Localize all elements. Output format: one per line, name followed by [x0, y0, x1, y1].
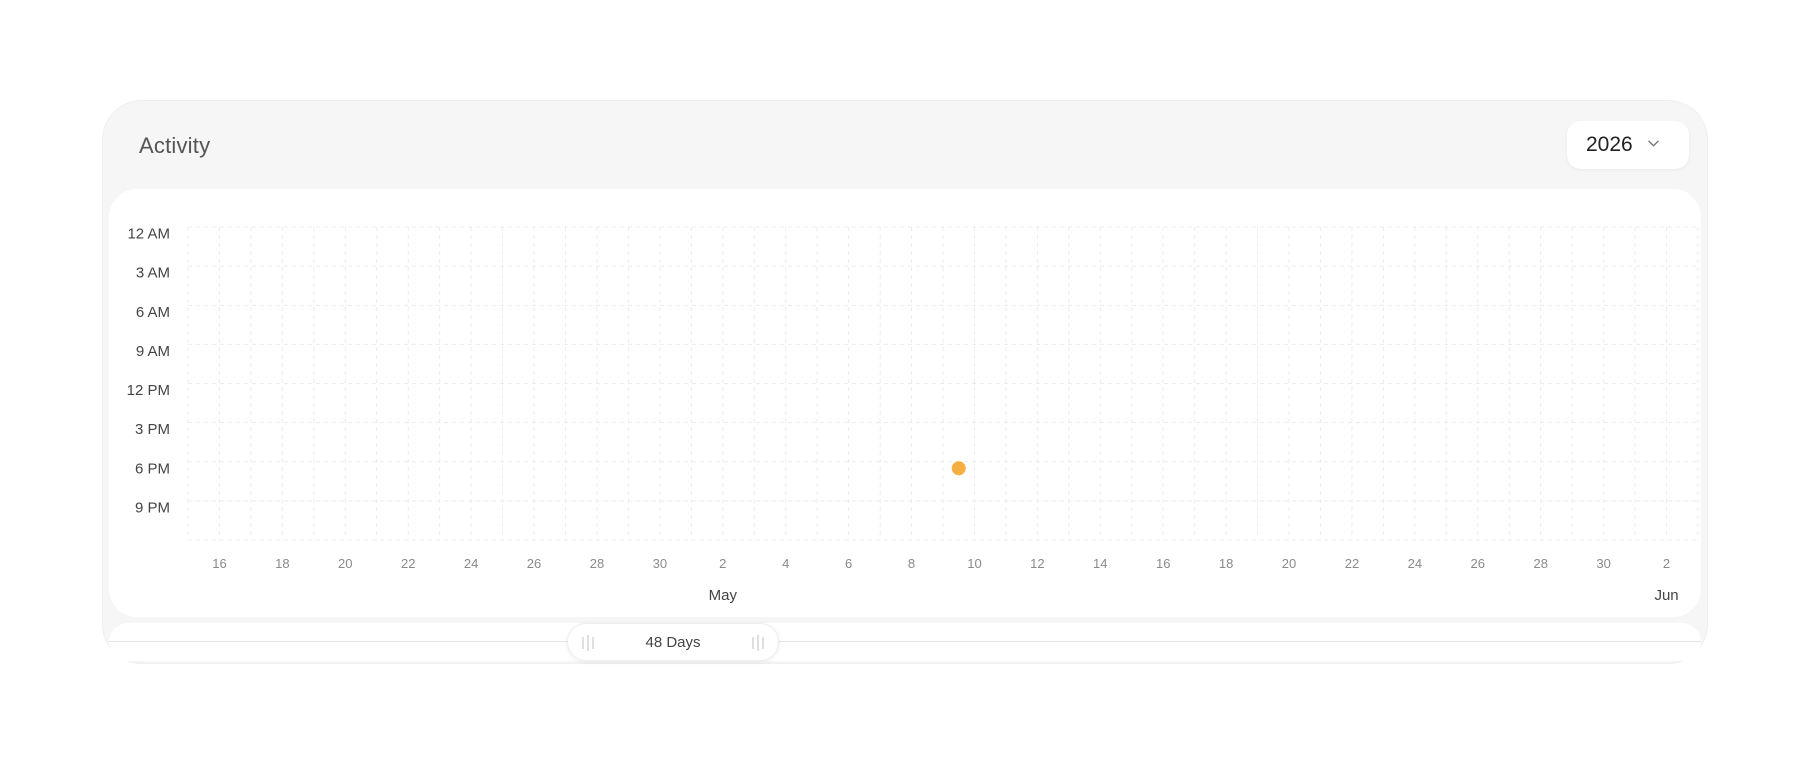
month-label: May [709, 587, 738, 604]
x-tick-label: 16 [212, 556, 226, 571]
year-select-value: 2026 [1586, 133, 1633, 156]
range-track [109, 641, 1701, 642]
x-tick-label: 8 [908, 556, 915, 571]
x-tick-label: 2 [719, 556, 726, 571]
activity-card: Activity 2026 12 AM 3 AM 6 AM 9 AM 12 PM 3 PM… [102, 100, 1708, 664]
x-tick-label: 6 [845, 556, 852, 571]
x-tick-label: 24 [1408, 556, 1422, 571]
x-tick-label: 18 [1219, 556, 1233, 571]
y-tick-label: 3 PM [135, 421, 170, 438]
y-tick-label: 9 AM [136, 343, 170, 360]
y-tick-label: 6 PM [135, 460, 170, 477]
range-window-handle[interactable]: 48 Days [567, 623, 779, 661]
x-tick-label: 10 [967, 556, 981, 571]
x-tick-label: 22 [401, 556, 415, 571]
y-tick-label: 6 AM [136, 304, 170, 321]
year-select[interactable]: 2026 [1567, 121, 1689, 169]
grip-icon[interactable] [750, 635, 766, 651]
activity-point [951, 461, 966, 476]
x-tick-label: 22 [1345, 556, 1359, 571]
range-slider[interactable]: 48 Days [109, 623, 1701, 661]
y-tick-label: 9 PM [135, 499, 170, 516]
range-duration-label: 48 Days [645, 634, 701, 651]
x-tick-label: 28 [590, 556, 604, 571]
month-label: Jun [1654, 587, 1678, 604]
y-tick-label: 12 AM [127, 226, 170, 243]
x-tick-label: 30 [1596, 556, 1610, 571]
activity-chart: 12 AM 3 AM 6 AM 9 AM 12 PM 3 PM 6 PM 9 PM 16 18 20… [127, 226, 1699, 604]
x-tick-label: 16 [1156, 556, 1170, 571]
chart-panel: 12 AM 3 AM 6 AM 9 AM 12 PM 3 PM 6 PM 9 PM 16 18 20… [109, 189, 1701, 617]
x-tick-label: 30 [653, 556, 667, 571]
x-tick-label: 26 [527, 556, 541, 571]
x-tick-label: 24 [464, 556, 478, 571]
chevron-down-icon [1648, 140, 1659, 147]
x-tick-label: 26 [1471, 556, 1485, 571]
y-tick-label: 3 AM [136, 265, 170, 282]
x-tick-label: 14 [1093, 556, 1107, 571]
x-tick-label: 28 [1533, 556, 1547, 571]
x-tick-label: 18 [275, 556, 289, 571]
card-title: Activity [139, 133, 211, 158]
y-tick-label: 12 PM [127, 382, 170, 399]
x-tick-label: 20 [338, 556, 352, 571]
x-tick-label: 20 [1282, 556, 1296, 571]
x-tick-label: 2 [1663, 556, 1670, 571]
x-tick-label: 4 [782, 556, 789, 571]
x-tick-label: 12 [1030, 556, 1044, 571]
